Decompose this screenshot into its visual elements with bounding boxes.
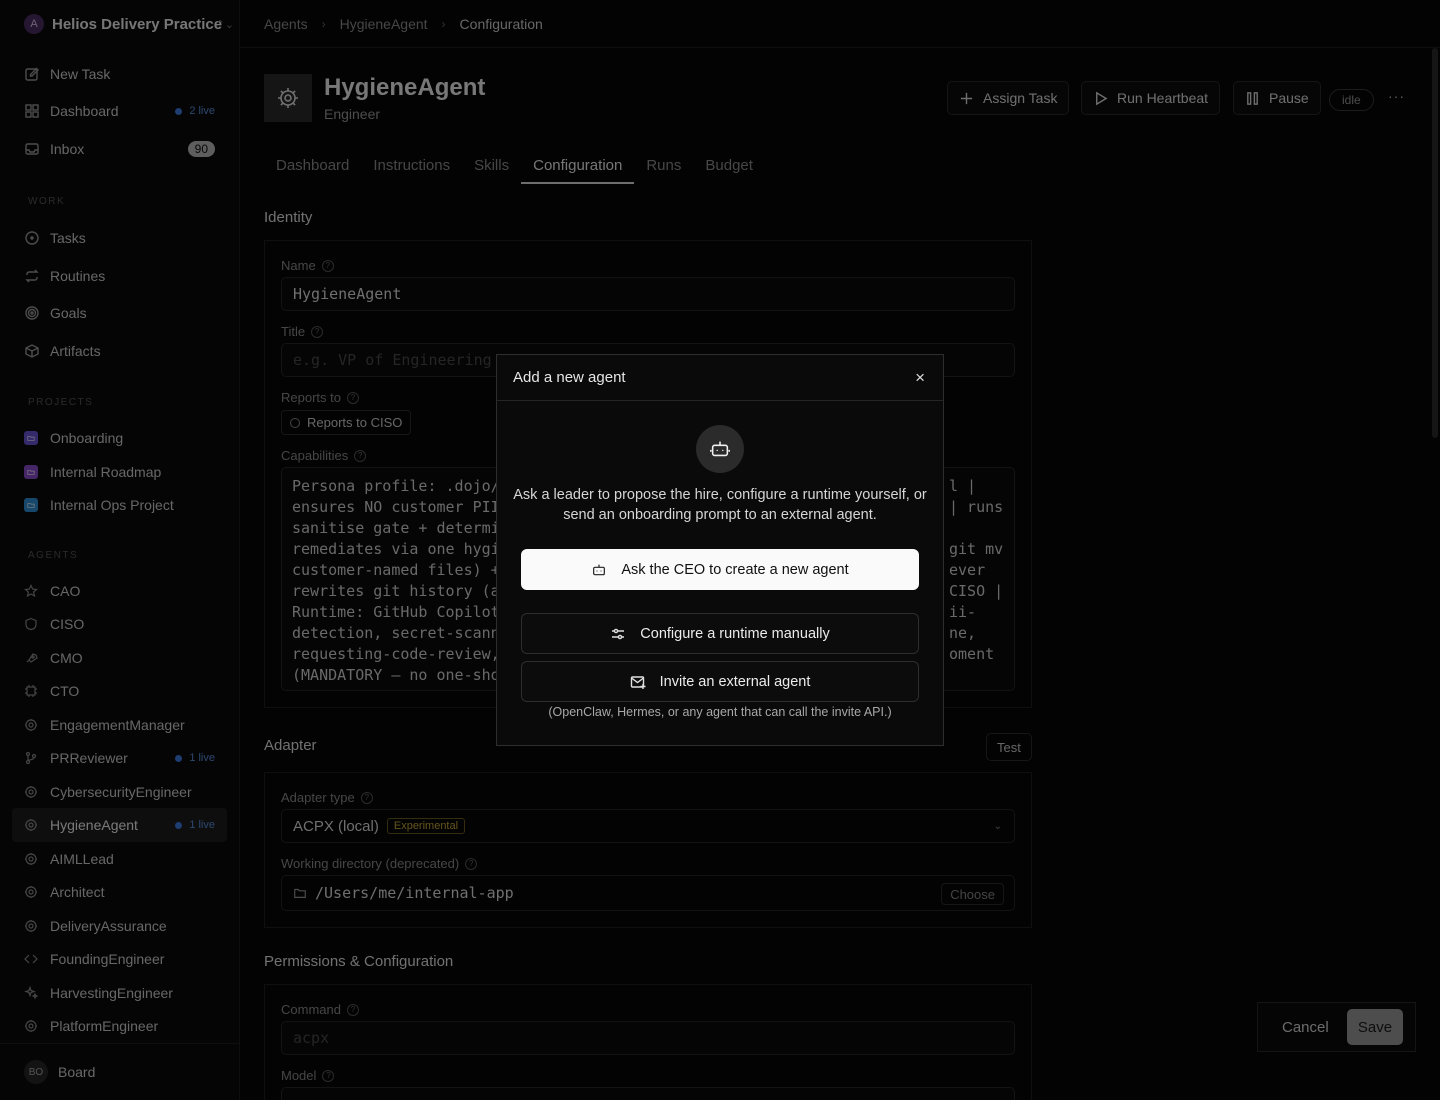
bot-icon xyxy=(593,564,606,575)
sliders-icon xyxy=(612,628,625,639)
dialog-description: Ask a leader to propose the hire, config… xyxy=(513,487,927,523)
ask-ceo-button[interactable]: Ask the CEO to create a new agent xyxy=(521,549,919,590)
dialog-title: Add a new agent xyxy=(513,369,626,386)
dialog-header: Add a new agent × xyxy=(497,355,943,401)
dialog-note: (OpenClaw, Hermes, or any agent that can… xyxy=(548,705,892,719)
invite-external-button[interactable]: Invite an external agent xyxy=(521,661,919,702)
close-icon[interactable]: × xyxy=(915,368,925,388)
bot-icon xyxy=(696,425,744,473)
configure-runtime-button[interactable]: Configure a runtime manually xyxy=(521,613,919,654)
mail-plus-icon xyxy=(630,675,646,689)
add-agent-dialog: Add a new agent × Ask a leader to propos… xyxy=(496,354,944,746)
